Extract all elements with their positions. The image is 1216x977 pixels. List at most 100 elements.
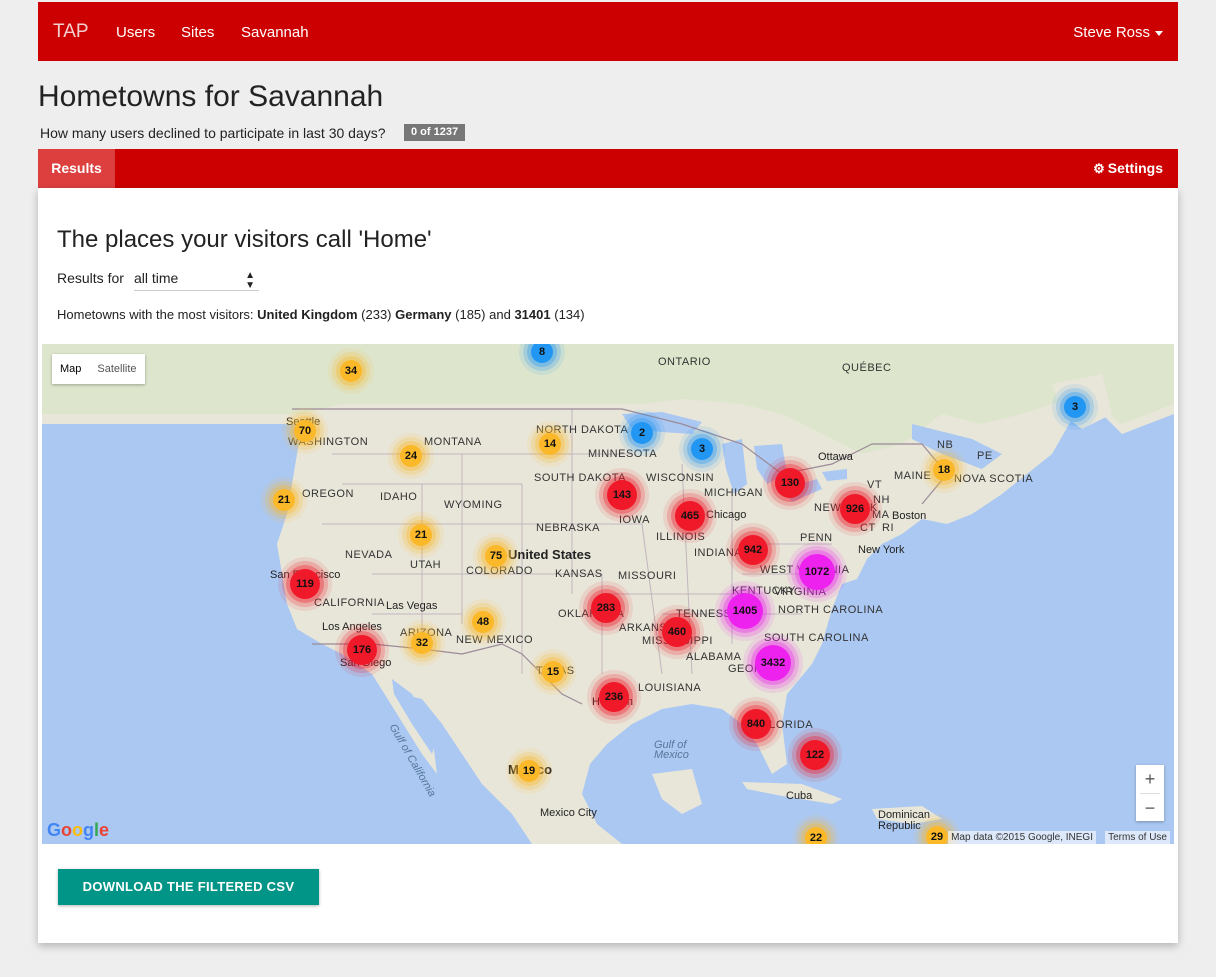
map-label: NEBRASKA	[536, 522, 600, 534]
cluster-marker[interactable]: 283	[591, 593, 621, 623]
cluster-marker[interactable]: 122	[800, 740, 830, 770]
cluster-marker[interactable]: 29	[926, 826, 948, 844]
map-water-label: Gulf of Mexico	[654, 739, 689, 761]
cluster-marker[interactable]: 130	[775, 468, 805, 498]
terms-of-use-link[interactable]: Terms of Use	[1105, 831, 1170, 844]
cluster-marker[interactable]: 34	[340, 360, 362, 382]
results-card: The places your visitors call 'Home' Res…	[38, 188, 1178, 943]
cluster-marker[interactable]: 465	[675, 501, 705, 531]
results-for-label: Results for	[57, 270, 124, 286]
cluster-count: 2	[638, 427, 646, 439]
zoom-out-button[interactable]: −	[1136, 794, 1164, 822]
google-logo: Google	[47, 820, 109, 841]
cluster-marker[interactable]: 143	[607, 480, 637, 510]
cluster-marker[interactable]: 21	[273, 489, 295, 511]
google-logo-text: Google	[47, 820, 110, 840]
cluster-marker[interactable]: 176	[347, 635, 377, 665]
cluster-marker[interactable]: 15	[542, 661, 564, 683]
map-city: Chicago	[706, 509, 747, 521]
nav-users[interactable]: Users	[116, 24, 155, 41]
download-csv-button[interactable]: DOWNLOAD THE FILTERED CSV	[58, 869, 319, 905]
cluster-marker[interactable]: 19	[518, 760, 540, 782]
map-label: MONTANA	[424, 436, 482, 448]
map-label: NEW MEXICO	[456, 634, 534, 646]
cluster-marker[interactable]: 75	[485, 545, 507, 567]
cluster-count: 15	[546, 666, 560, 678]
map-label: PENN	[800, 532, 833, 544]
map-label: UTAH	[410, 559, 442, 571]
cluster-marker[interactable]: 942	[738, 535, 768, 565]
cluster-count: 48	[476, 616, 490, 628]
select-arrows-icon: ▲ ▼	[245, 270, 255, 291]
cluster-count: 122	[805, 749, 825, 761]
map-type-satellite-button[interactable]: Satellite	[89, 354, 144, 384]
map-label: VT	[867, 479, 883, 491]
results-for-select[interactable]: all time ▲ ▼	[134, 267, 259, 291]
cluster-marker[interactable]: 24	[400, 445, 422, 467]
map-city: New York	[858, 544, 905, 556]
cluster-marker[interactable]: 3432	[755, 645, 791, 681]
cluster-marker[interactable]: 32	[411, 632, 433, 654]
hometown-map[interactable]: ONTARIO QUÉBEC NB PE NOVA SCOTIA MAINE V…	[42, 344, 1174, 844]
cluster-count: 19	[522, 765, 536, 777]
map-city: Los Angeles	[322, 621, 382, 633]
cluster-marker[interactable]: 119	[290, 569, 320, 599]
cluster-marker[interactable]: 22	[805, 827, 827, 844]
cluster-count: 1072	[804, 566, 830, 578]
map-city: Ottawa	[818, 451, 853, 463]
top-navbar: TAP Users Sites Savannah Steve Ross	[38, 2, 1178, 61]
cluster-marker[interactable]: 14	[539, 433, 561, 455]
zoom-in-button[interactable]: +	[1136, 765, 1164, 793]
map-country-label: United States	[508, 547, 592, 562]
cluster-count: 3	[1071, 401, 1079, 413]
map-label: IDAHO	[380, 491, 418, 503]
cluster-count: 3432	[760, 657, 786, 669]
top-hometowns: Hometowns with the most visitors: United…	[57, 307, 585, 322]
results-for-value: all time	[134, 270, 179, 286]
cluster-marker[interactable]: 1072	[799, 554, 835, 590]
map-city: Mexico City	[540, 807, 597, 819]
top-count-3: (134)	[554, 307, 585, 322]
card-heading: The places your visitors call 'Home'	[57, 226, 432, 253]
map-label: RI	[882, 522, 894, 534]
cluster-count: 460	[667, 626, 687, 638]
cluster-count: 21	[414, 529, 428, 541]
cluster-marker[interactable]: 18	[933, 459, 955, 481]
cluster-marker[interactable]: 70	[294, 420, 316, 442]
cluster-marker[interactable]: 840	[741, 709, 771, 739]
cluster-count: 119	[296, 578, 314, 590]
cluster-marker[interactable]: 1405	[727, 593, 763, 629]
map-label: KANSAS	[555, 568, 603, 580]
cluster-marker[interactable]: 460	[662, 617, 692, 647]
map-label: QUÉBEC	[842, 362, 892, 374]
cluster-marker[interactable]: 2	[631, 422, 653, 444]
tab-settings-label: Settings	[1107, 160, 1163, 176]
nav-sites[interactable]: Sites	[181, 24, 214, 41]
map-label: LOUISIANA	[638, 682, 702, 694]
cluster-count: 32	[415, 637, 429, 649]
user-menu[interactable]: Steve Ross	[1073, 24, 1163, 41]
tab-results[interactable]: Results	[38, 149, 115, 188]
cluster-marker[interactable]: 236	[599, 682, 629, 712]
map-label: COLORADO	[466, 565, 533, 577]
map-label: ONTARIO	[658, 356, 711, 368]
map-label: ILLINOIS	[656, 531, 706, 543]
tab-settings[interactable]: ⚙ Settings	[1093, 149, 1163, 188]
cluster-count: 926	[845, 503, 865, 515]
map-type-map-button[interactable]: Map	[52, 354, 89, 384]
cluster-count: 1405	[732, 605, 758, 617]
cluster-marker[interactable]: 926	[840, 494, 870, 524]
cluster-marker[interactable]: 3	[691, 438, 713, 460]
cluster-count: 21	[277, 494, 291, 506]
nav-savannah[interactable]: Savannah	[241, 24, 309, 41]
cluster-marker[interactable]: 3	[1064, 396, 1086, 418]
brand-link[interactable]: TAP	[53, 21, 89, 43]
top-count-2: (185)	[455, 307, 486, 322]
cluster-marker[interactable]: 48	[472, 611, 494, 633]
cluster-marker[interactable]: 21	[410, 524, 432, 546]
cluster-count: 840	[746, 718, 766, 730]
cluster-count: 24	[404, 450, 418, 462]
cluster-count: 143	[612, 489, 632, 501]
cluster-count: 22	[809, 832, 823, 844]
cluster-count: 3	[698, 443, 706, 455]
